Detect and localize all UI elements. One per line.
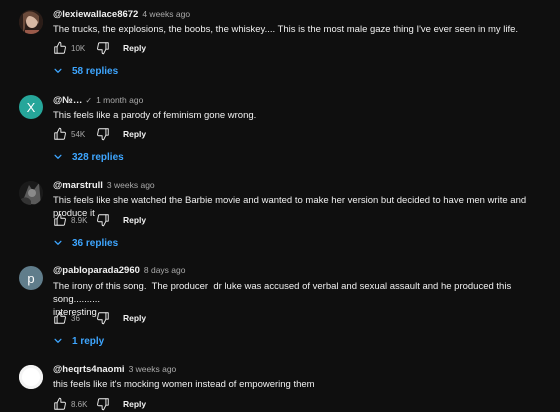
thumbs-down-icon <box>97 42 109 55</box>
reply-button[interactable]: Reply <box>123 129 146 139</box>
avatar-letter: X <box>26 99 36 115</box>
comment-header: @lexiewallace8672 4 weeks ago <box>53 7 190 21</box>
thumbs-up-icon <box>54 311 66 324</box>
dislike-button[interactable] <box>95 126 111 142</box>
comment-actions: 36 Reply <box>52 310 146 326</box>
chevron-down-icon <box>54 338 62 343</box>
view-replies-button[interactable]: 328 replies <box>53 149 124 165</box>
comment-header: @pabloparada2960 8 days ago <box>53 263 185 277</box>
avatar[interactable]: p <box>19 266 43 290</box>
dislike-button[interactable] <box>95 310 111 326</box>
reply-button[interactable]: Reply <box>123 313 146 323</box>
reply-button[interactable]: Reply <box>123 399 146 409</box>
comment-timestamp[interactable]: 4 weeks ago <box>142 9 190 19</box>
like-button[interactable] <box>52 40 68 56</box>
comment-author[interactable]: @heqrts4naomi <box>53 364 125 375</box>
comment-header: @marstrull 3 weeks ago <box>53 178 155 192</box>
comment-actions: 10K Reply <box>52 40 146 56</box>
like-button[interactable] <box>52 396 68 412</box>
comment-text: this feels like it's mocking women inste… <box>53 379 315 390</box>
thumbs-down-icon <box>97 398 109 411</box>
comment-author[interactable]: @lexiewallace8672 <box>53 9 138 20</box>
like-button[interactable] <box>52 212 68 228</box>
dislike-button[interactable] <box>95 212 111 228</box>
thumbs-down-icon <box>97 128 109 141</box>
avatar-photo <box>19 10 43 34</box>
comment-author[interactable]: @marstrull <box>53 180 103 191</box>
replies-count: 328 replies <box>72 151 124 163</box>
like-count: 36 <box>71 313 80 323</box>
avatar-letter: p <box>27 270 35 286</box>
comment-author[interactable]: @pabloparada2960 <box>53 265 140 276</box>
chevron-down-icon <box>54 154 62 159</box>
avatar[interactable] <box>19 365 43 389</box>
comment-text: The trucks, the explosions, the boobs, t… <box>53 24 519 35</box>
dislike-button[interactable] <box>95 40 111 56</box>
view-replies-button[interactable]: 58 replies <box>53 63 118 79</box>
chevron-down-icon <box>54 68 62 73</box>
comment-actions: 54K Reply <box>52 126 146 142</box>
view-replies-button[interactable]: 36 replies <box>53 235 118 251</box>
comment-author[interactable]: @№… <box>53 95 82 106</box>
avatar[interactable]: X <box>19 95 43 119</box>
reply-button[interactable]: Reply <box>123 43 146 53</box>
comment-actions: 8.9K Reply <box>52 212 146 228</box>
chevron-down-icon <box>54 240 62 245</box>
comment-timestamp[interactable]: 3 weeks ago <box>107 180 155 190</box>
comment-timestamp[interactable]: 8 days ago <box>144 265 186 275</box>
like-count: 8.6K <box>71 399 88 409</box>
comment-timestamp[interactable]: 1 month ago <box>96 95 143 105</box>
like-count: 8.9K <box>71 215 88 225</box>
thumbs-up-icon <box>54 127 66 140</box>
comment-timestamp[interactable]: 3 weeks ago <box>129 364 177 374</box>
reply-button[interactable]: Reply <box>123 215 146 225</box>
thumbs-up-icon <box>54 397 66 410</box>
comment-text: This feels like a parody of feminism gon… <box>53 110 257 121</box>
thumbs-down-icon <box>97 312 109 325</box>
like-button[interactable] <box>52 126 68 142</box>
avatar[interactable] <box>19 181 43 205</box>
replies-count: 36 replies <box>72 237 119 249</box>
avatar[interactable] <box>19 10 43 34</box>
comment-header: @heqrts4naomi 3 weeks ago <box>53 362 176 376</box>
comment-actions: 8.6K Reply <box>52 396 146 412</box>
like-count: 54K <box>71 129 86 139</box>
dislike-button[interactable] <box>95 396 111 412</box>
comment-header: @№… ✓ 1 month ago <box>53 93 143 107</box>
avatar-photo <box>19 365 43 389</box>
replies-count: 1 reply <box>72 335 105 347</box>
avatar-photo <box>19 181 43 205</box>
thumbs-up-icon <box>54 41 66 54</box>
thumbs-down-icon <box>97 214 109 227</box>
verified-check-icon: ✓ <box>85 95 93 105</box>
like-count: 10K <box>71 43 86 53</box>
like-button[interactable] <box>52 310 68 326</box>
thumbs-up-icon <box>54 213 66 226</box>
view-replies-button[interactable]: 1 reply <box>53 333 104 349</box>
replies-count: 58 replies <box>72 65 119 77</box>
